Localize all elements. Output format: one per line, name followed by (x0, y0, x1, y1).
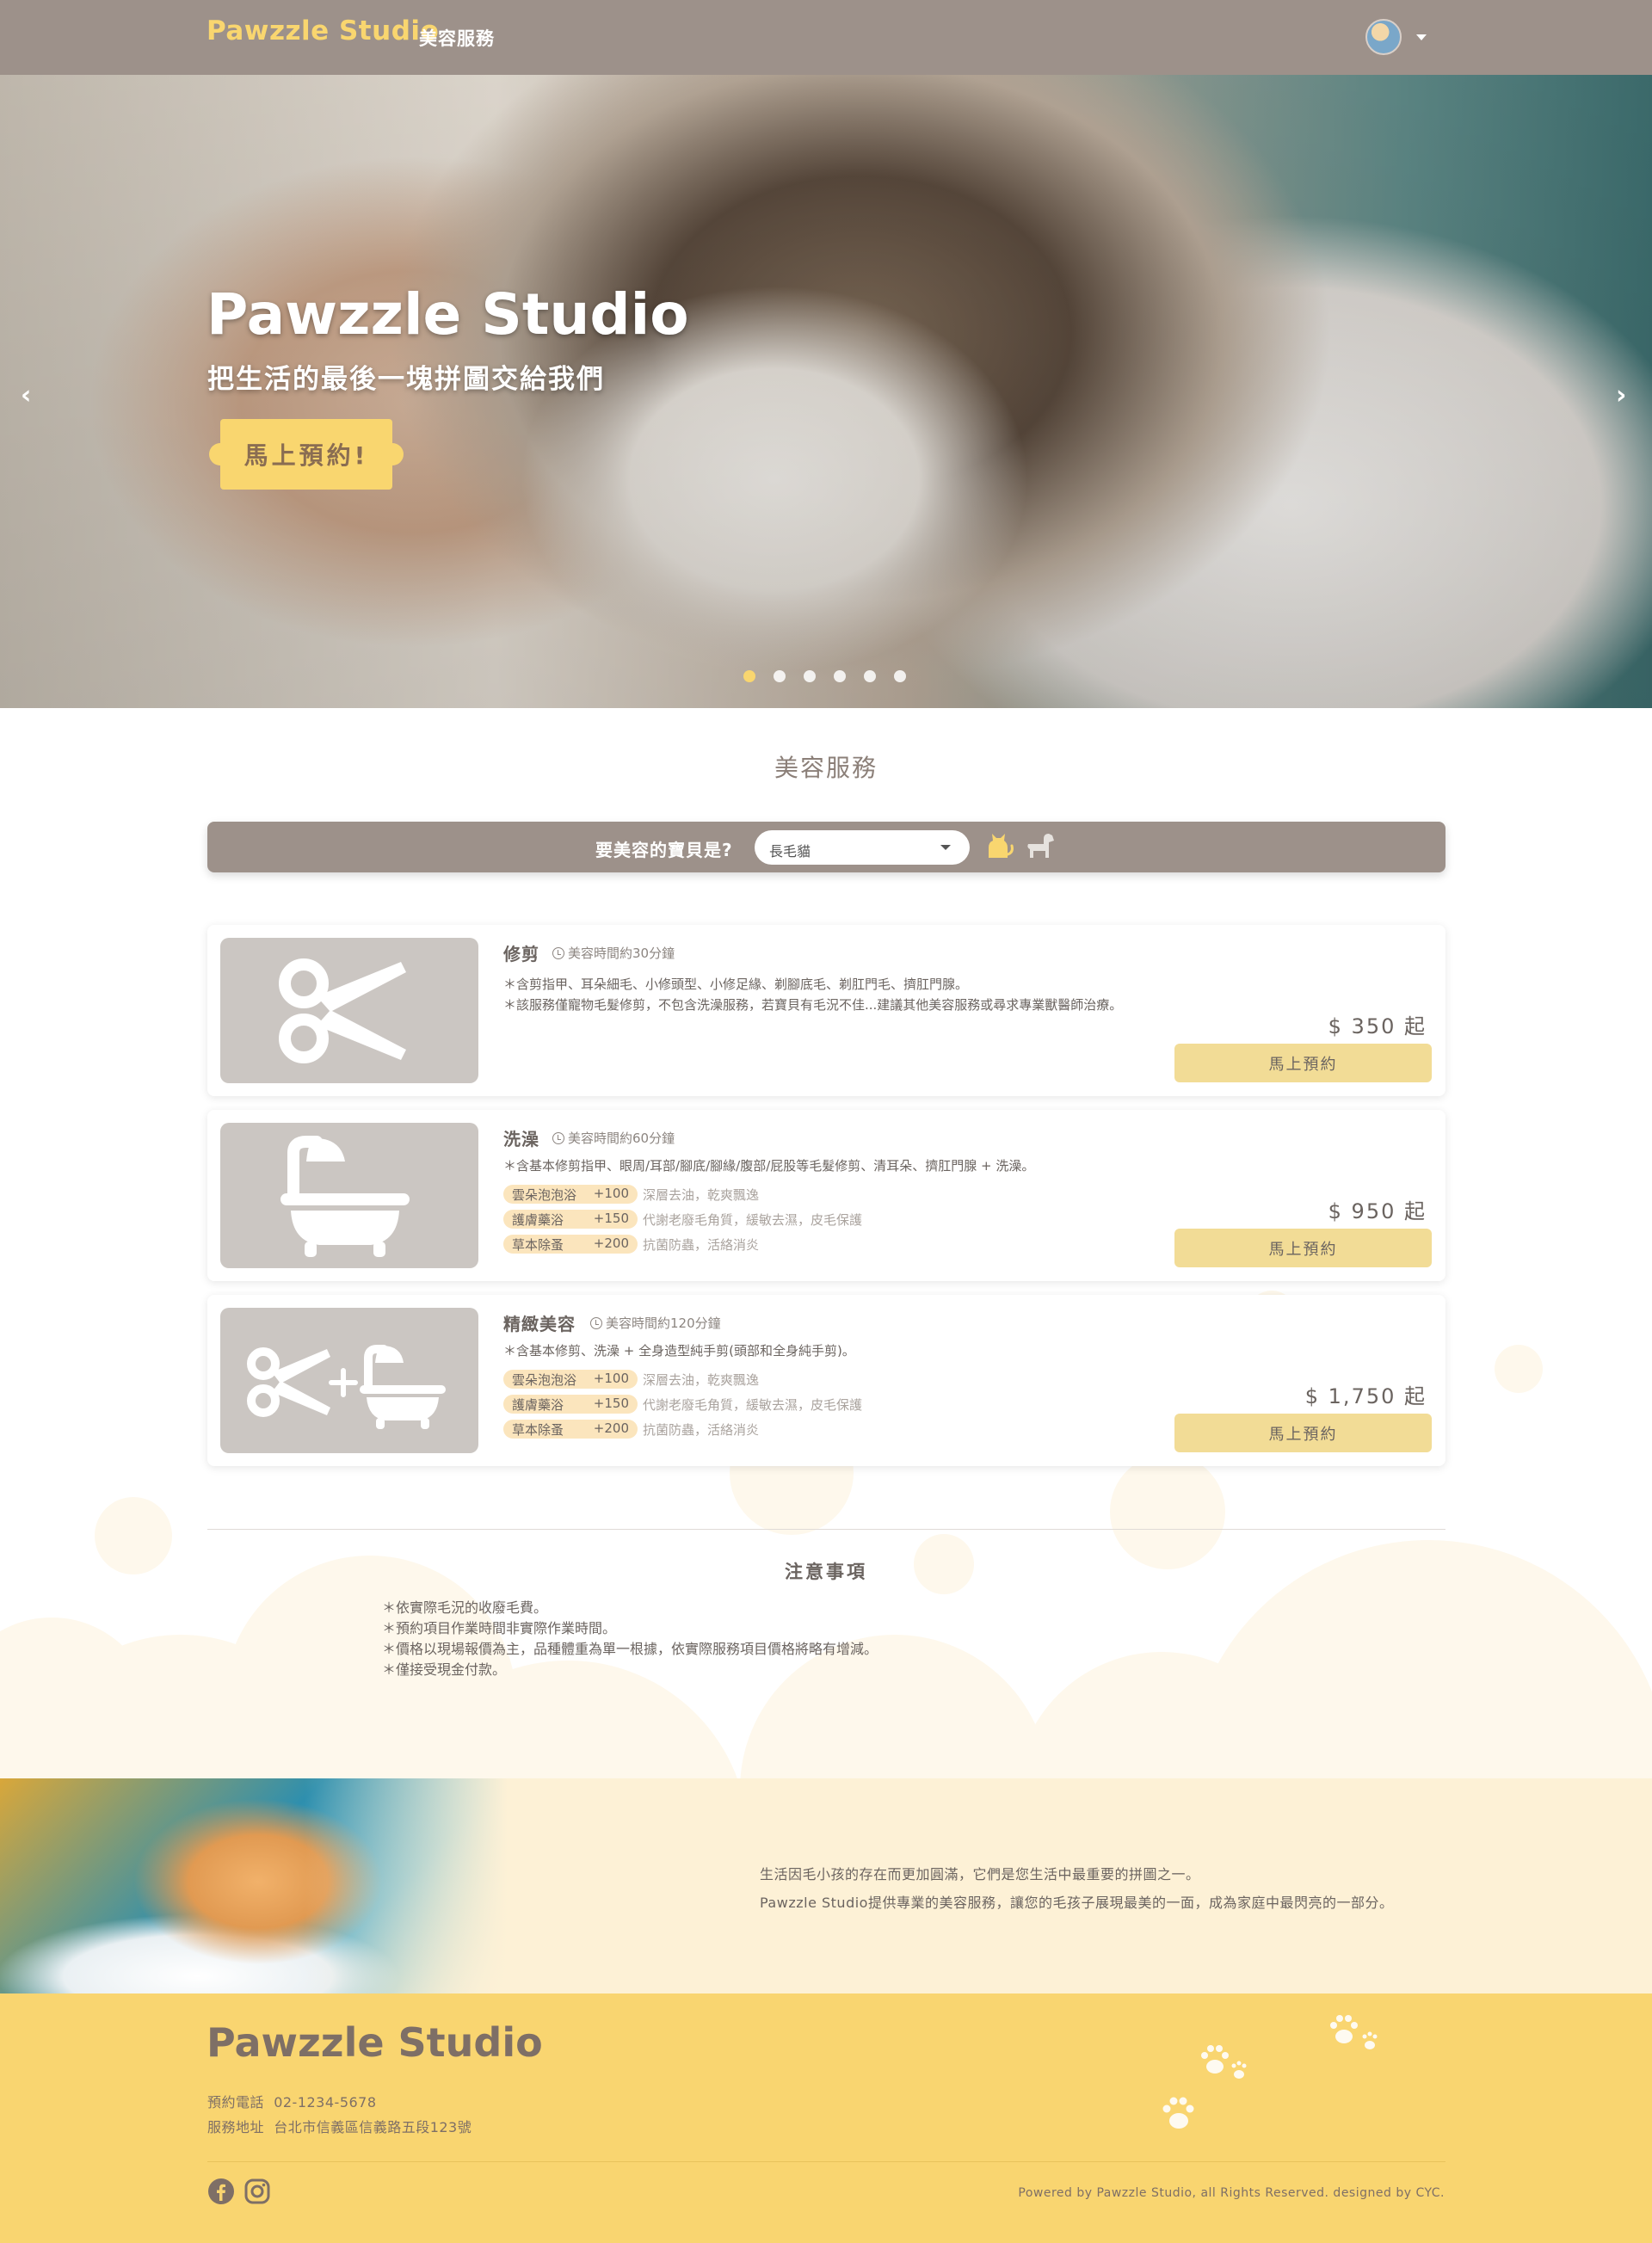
footer-brand: Pawzzle Studio (206, 2019, 543, 2066)
service-price: $ 1,750 起 (1304, 1384, 1427, 1408)
book-button[interactable]: 馬上預約 (1174, 1414, 1432, 1452)
addon-tag: 護膚藥浴 +150 (503, 1210, 638, 1229)
carousel-dot[interactable] (743, 670, 755, 682)
service-image (220, 938, 478, 1083)
service-duration: 美容時間約60分鐘 (552, 1129, 675, 1147)
service-duration: 美容時間約30分鐘 (552, 944, 675, 962)
service-title: 洗澡 (503, 1129, 539, 1149)
service-description: ＊含剪指甲、耳朵細毛、小修頭型、小修足緣、剃腳底毛、剃肛門毛、擠肛門腺。 ＊該服… (503, 977, 1123, 1013)
copyright: Powered by Pawzzle Studio, all Rights Re… (1018, 2186, 1445, 2200)
chevron-down-icon[interactable] (1416, 34, 1427, 40)
book-button[interactable]: 馬上預約 (1174, 1229, 1432, 1267)
address-label: 服務地址 (207, 2119, 265, 2135)
service-image (220, 1123, 478, 1268)
addon-item: 護膚藥浴 +150 代謝老廢毛角質，緩敏去濕，皮毛保護 (503, 1209, 862, 1229)
bubble-decoration (1110, 1454, 1225, 1569)
service-title: 修剪 (503, 944, 539, 964)
paw-print-icon (1201, 2045, 1247, 2079)
service-card-bath: 洗澡 美容時間約60分鐘 ＊含基本修剪指甲、眼周/耳部/腳底/腳緣/腹部/屁股等… (207, 1110, 1446, 1281)
service-title: 精緻美容 (503, 1314, 576, 1334)
bubble-decoration (1495, 1345, 1543, 1393)
cat-icon[interactable] (982, 829, 1016, 863)
pet-type-select-value: 長毛貓 (769, 843, 811, 860)
scissors-plus-bathtub-icon (247, 1345, 446, 1429)
paw-print-icon (1162, 2097, 1194, 2129)
service-description: ＊含基本修剪、洗澡 + 全身造型純手剪(頭部和全身純手剪)。 (503, 1343, 855, 1359)
phone-number: 02-1234-5678 (274, 2094, 377, 2111)
hero-title: Pawzzle Studio (206, 281, 689, 348)
addon-item: 草本除蚤 +200 抗菌防蟲，活絡消炎 (503, 1419, 759, 1439)
carousel-next-icon[interactable]: › (1616, 380, 1626, 410)
clock-icon (552, 1132, 564, 1144)
bathtub-icon (280, 1136, 410, 1257)
footer-contact: 預約電話 02-1234-5678 服務地址 台北市信義區信義路五段123號 (207, 2090, 472, 2140)
addon-item: 雲朵泡泡浴 +100 深層去油，乾爽飄逸 (503, 1369, 759, 1390)
phone-label: 預約電話 (207, 2094, 265, 2111)
service-duration: 美容時間約120分鐘 (590, 1314, 721, 1332)
addon-item: 雲朵泡泡浴 +100 深層去油，乾爽飄逸 (503, 1184, 759, 1205)
carousel-indicators (743, 670, 906, 682)
address: 台北市信義區信義路五段123號 (274, 2119, 472, 2135)
service-card-trim: 修剪 美容時間約30分鐘 ＊含剪指甲、耳朵細毛、小修頭型、小修足緣、剃腳底毛、剃… (207, 925, 1446, 1096)
addon-item: 草本除蚤 +200 抗菌防蟲，活絡消炎 (503, 1234, 759, 1254)
navbar: Pawzzle Studio 美容服務 (0, 0, 1652, 75)
carousel-dot[interactable] (864, 670, 876, 682)
addon-tag: 護膚藥浴 +150 (503, 1395, 638, 1414)
carousel-dot[interactable] (774, 670, 786, 682)
addon-tag: 雲朵泡泡浴 +100 (503, 1185, 638, 1204)
note-item: ＊依實際毛況的收廢毛費。 (382, 1599, 548, 1616)
service-card-premium: 精緻美容 美容時間約120分鐘 ＊含基本修剪、洗澡 + 全身造型純手剪(頭部和全… (207, 1295, 1446, 1466)
divider (207, 1529, 1446, 1530)
chevron-down-icon (940, 845, 951, 850)
nav-link-grooming[interactable]: 美容服務 (419, 25, 495, 51)
addon-tag: 雲朵泡泡浴 +100 (503, 1370, 638, 1389)
scissors-icon (279, 958, 406, 1063)
notes-title: 注意事項 (785, 1562, 867, 1582)
carousel-prev-icon[interactable]: ‹ (21, 380, 31, 410)
section-title: 美容服務 (774, 754, 878, 782)
instagram-icon[interactable] (243, 2178, 271, 2205)
about-section: 生活因毛小孩的存在而更加圓滿，它們是您生活中最重要的拼圖之一。 Pawzzle … (0, 1778, 1652, 1993)
book-button[interactable]: 馬上預約 (1174, 1044, 1432, 1082)
pet-filter-bar: 要美容的寶貝是? 長毛貓 (207, 822, 1446, 872)
note-item: ＊價格以現場報價為主，品種體重為單一根據，依實際服務項目價格將略有增減。 (382, 1641, 878, 1657)
hero-subtitle: 把生活的最後一塊拼圖交給我們 (207, 364, 605, 395)
service-description: ＊含基本修剪指甲、眼周/耳部/腳底/腳緣/腹部/屁股等毛髮修剪、清耳朵、擠肛門腺… (503, 1158, 1035, 1174)
addon-item: 護膚藥浴 +150 代謝老廢毛角質，緩敏去濕，皮毛保護 (503, 1394, 862, 1414)
service-price: $ 950 起 (1328, 1199, 1427, 1223)
pet-type-select[interactable]: 長毛貓 (755, 830, 970, 865)
hero-book-button[interactable]: 馬上預約! (209, 419, 404, 490)
service-image (220, 1308, 478, 1453)
service-price: $ 350 起 (1328, 1014, 1427, 1038)
clock-icon (552, 947, 564, 959)
facebook-icon[interactable] (207, 2178, 235, 2205)
brand-logo[interactable]: Pawzzle Studio (206, 15, 439, 46)
filter-label: 要美容的寶貝是? (595, 840, 733, 860)
footer: Pawzzle Studio 預約電話 02-1234-5678 服務地址 台北… (0, 1993, 1652, 2243)
notes-list: ＊依實際毛況的收廢毛費。 ＊預約項目作業時間非實際作業時間。 ＊價格以現場報價為… (382, 1598, 878, 1680)
clock-icon (590, 1317, 602, 1329)
carousel-dot[interactable] (894, 670, 906, 682)
avatar[interactable] (1365, 19, 1402, 55)
hero-carousel: Pawzzle Studio 把生活的最後一塊拼圖交給我們 馬上預約! ‹ › (0, 75, 1652, 708)
about-text: 生活因毛小孩的存在而更加圓滿，它們是您生活中最重要的拼圖之一。 Pawzzle … (760, 1866, 1394, 1911)
addon-tag: 草本除蚤 +200 (503, 1420, 638, 1439)
paw-print-icon (1330, 2015, 1378, 2049)
carousel-dot[interactable] (834, 670, 846, 682)
carousel-dot[interactable] (804, 670, 816, 682)
dog-icon[interactable] (1023, 829, 1057, 863)
note-item: ＊僅接受現金付款。 (382, 1661, 507, 1678)
note-item: ＊預約項目作業時間非實際作業時間。 (382, 1620, 617, 1636)
footer-divider (207, 2161, 1446, 2162)
addon-tag: 草本除蚤 +200 (503, 1235, 638, 1254)
about-cat-image (0, 1778, 508, 1993)
